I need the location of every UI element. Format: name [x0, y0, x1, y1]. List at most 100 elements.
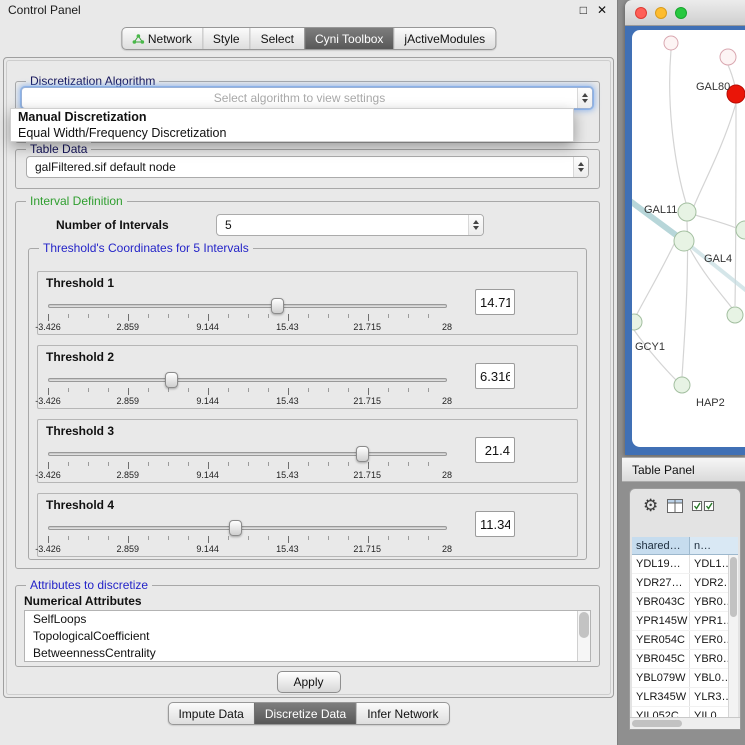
combobox-stepper-icon[interactable] — [573, 157, 588, 177]
table-row[interactable]: YBR045C YBR0… — [632, 650, 728, 669]
cell-shared-name[interactable]: YBL079W — [632, 669, 690, 687]
tab-select[interactable]: Select — [250, 28, 304, 49]
table-row[interactable]: YER054C YER0… — [632, 631, 728, 650]
slider-thumb[interactable] — [271, 298, 284, 314]
network-node[interactable] — [720, 49, 736, 65]
threshold-4-slider[interactable]: -3.4262.8599.14415.4321.71528 — [48, 520, 447, 554]
tab-discretize-data[interactable]: Discretize Data — [254, 703, 356, 724]
cell-shared-name[interactable]: YIL052C — [632, 707, 690, 717]
scrollbar-thumb[interactable] — [730, 557, 737, 617]
table-row[interactable]: YPR145W YPR1… — [632, 612, 728, 631]
network-node[interactable] — [678, 203, 696, 221]
network-canvas[interactable]: GAL80 GAL11 GAL4 GCY1 HAP2 — [632, 30, 745, 447]
option-equal-width-frequency[interactable]: Equal Width/Frequency Discretization — [11, 125, 573, 141]
network-window-titlebar[interactable] — [625, 0, 745, 26]
network-node[interactable] — [664, 36, 678, 50]
slider-track[interactable] — [48, 526, 447, 530]
cell-shared-name[interactable]: YDL19… — [632, 555, 690, 573]
cell-shared-name[interactable]: YDR27… — [632, 574, 690, 592]
table-panel-header: Table Panel — [622, 457, 745, 482]
slider-scale-label: 21.715 — [353, 544, 381, 554]
apply-button[interactable]: Apply — [276, 671, 340, 693]
list-item[interactable]: BetweennessCentrality — [25, 645, 590, 662]
option-manual-discretization[interactable]: Manual Discretization — [11, 109, 573, 125]
mac-minimize-button[interactable] — [655, 7, 667, 19]
tab-style[interactable]: Style — [202, 28, 250, 49]
columns-icon[interactable] — [667, 499, 683, 513]
table-data-selected-value: galFiltered.sif default node — [27, 160, 573, 174]
list-item[interactable]: SelfLoops — [25, 611, 590, 628]
cell-name[interactable]: YER0… — [690, 631, 728, 649]
cell-name[interactable]: YBL0… — [690, 669, 728, 687]
cell-name[interactable]: YPR1… — [690, 612, 728, 630]
cell-name[interactable]: YBR0… — [690, 650, 728, 668]
mac-zoom-button[interactable] — [675, 7, 687, 19]
table-vertical-scrollbar[interactable] — [728, 555, 738, 717]
table-row[interactable]: YDL19… YDL1… — [632, 555, 728, 574]
control-panel-window: Control Panel □ ✕ Network Style Select C… — [0, 0, 618, 745]
scrollbar-thumb[interactable] — [579, 612, 589, 638]
table-row[interactable]: YLR345W YLR3… — [632, 688, 728, 707]
cell-shared-name[interactable]: YBR045C — [632, 650, 690, 668]
cell-name[interactable]: YLR3… — [690, 688, 728, 706]
column-header-shared-name[interactable]: shared… — [632, 537, 690, 555]
close-window-icon[interactable]: ✕ — [597, 4, 607, 16]
mac-close-button[interactable] — [635, 7, 647, 19]
network-node[interactable] — [632, 314, 642, 330]
table-row[interactable]: YDR27… YDR2… — [632, 574, 728, 593]
algorithm-combobox[interactable]: Select algorithm to view settings — [21, 87, 593, 109]
tab-impute-data[interactable]: Impute Data — [168, 703, 253, 724]
gear-icon[interactable]: ⚙ — [643, 498, 658, 515]
tab-jactivemodules[interactable]: jActiveModules — [393, 28, 495, 49]
cell-shared-name[interactable]: YLR345W — [632, 688, 690, 706]
threshold-3-slider[interactable]: -3.4262.8599.14415.4321.71528 — [48, 446, 447, 480]
cell-name[interactable]: YIL0… — [690, 707, 728, 717]
numerical-attributes-list[interactable]: SelfLoopsTopologicalCoefficientBetweenne… — [24, 610, 591, 662]
slider-track[interactable] — [48, 304, 447, 308]
cell-shared-name[interactable]: YBR043C — [632, 593, 690, 611]
scrollbar-thumb[interactable] — [632, 720, 682, 727]
cell-name[interactable]: YDR2… — [690, 574, 728, 592]
table-panel-title: Table Panel — [632, 463, 695, 477]
cell-name[interactable]: YBR0… — [690, 593, 728, 611]
threshold-2-value-input[interactable] — [475, 363, 515, 389]
slider-thumb[interactable] — [356, 446, 369, 462]
threshold-2-slider[interactable]: -3.4262.8599.14415.4321.71528 — [48, 372, 447, 406]
threshold-1-value-input[interactable] — [475, 289, 515, 315]
table-horizontal-scrollbar[interactable] — [630, 717, 740, 729]
network-node[interactable] — [674, 231, 694, 251]
threshold-4-value-input[interactable] — [475, 511, 515, 537]
table-row[interactable]: YBL079W YBL0… — [632, 669, 728, 688]
combobox-stepper-icon[interactable] — [577, 88, 592, 108]
combobox-stepper-icon[interactable] — [468, 215, 483, 235]
control-panel-titlebar: Control Panel □ ✕ — [0, 0, 617, 20]
threshold-1-slider[interactable]: -3.4262.8599.14415.4321.71528 — [48, 298, 447, 332]
network-node[interactable] — [727, 307, 743, 323]
float-window-icon[interactable]: □ — [580, 4, 587, 16]
slider-track[interactable] — [48, 452, 447, 456]
tab-infer-network[interactable]: Infer Network — [356, 703, 448, 724]
slider-thumb[interactable] — [229, 520, 242, 536]
cell-shared-name[interactable]: YER054C — [632, 631, 690, 649]
table-data-combobox[interactable]: galFiltered.sif default node — [26, 156, 589, 178]
table-row[interactable]: YIL052C YIL0… — [632, 707, 728, 717]
list-scrollbar[interactable] — [577, 611, 590, 661]
slider-thumb[interactable] — [165, 372, 178, 388]
threshold-4-box: Threshold 4 -3.4262.8599.14415.4321.7152… — [37, 493, 578, 557]
column-header-name[interactable]: n… — [690, 537, 738, 555]
cell-name[interactable]: YDL1… — [690, 555, 728, 573]
network-node[interactable] — [736, 221, 745, 239]
tab-cyni-toolbox[interactable]: Cyni Toolbox — [304, 28, 393, 49]
network-node[interactable] — [674, 377, 690, 393]
node-label: GAL80 — [696, 81, 730, 93]
list-item[interactable]: TopologicalCoefficient — [25, 628, 590, 645]
cell-shared-name[interactable]: YPR145W — [632, 612, 690, 630]
slider-track[interactable] — [48, 378, 447, 382]
table-body[interactable]: YDL19… YDL1… YDR27… YDR2… YBR043C YBR0… … — [632, 555, 728, 717]
slider-scale-label: 21.715 — [353, 322, 381, 332]
threshold-3-value-input[interactable] — [475, 437, 515, 463]
select-checkboxes-icon[interactable] — [692, 500, 716, 512]
tab-network[interactable]: Network — [122, 28, 202, 49]
table-row[interactable]: YBR043C YBR0… — [632, 593, 728, 612]
number-of-intervals-combobox[interactable]: 5 — [216, 214, 484, 236]
